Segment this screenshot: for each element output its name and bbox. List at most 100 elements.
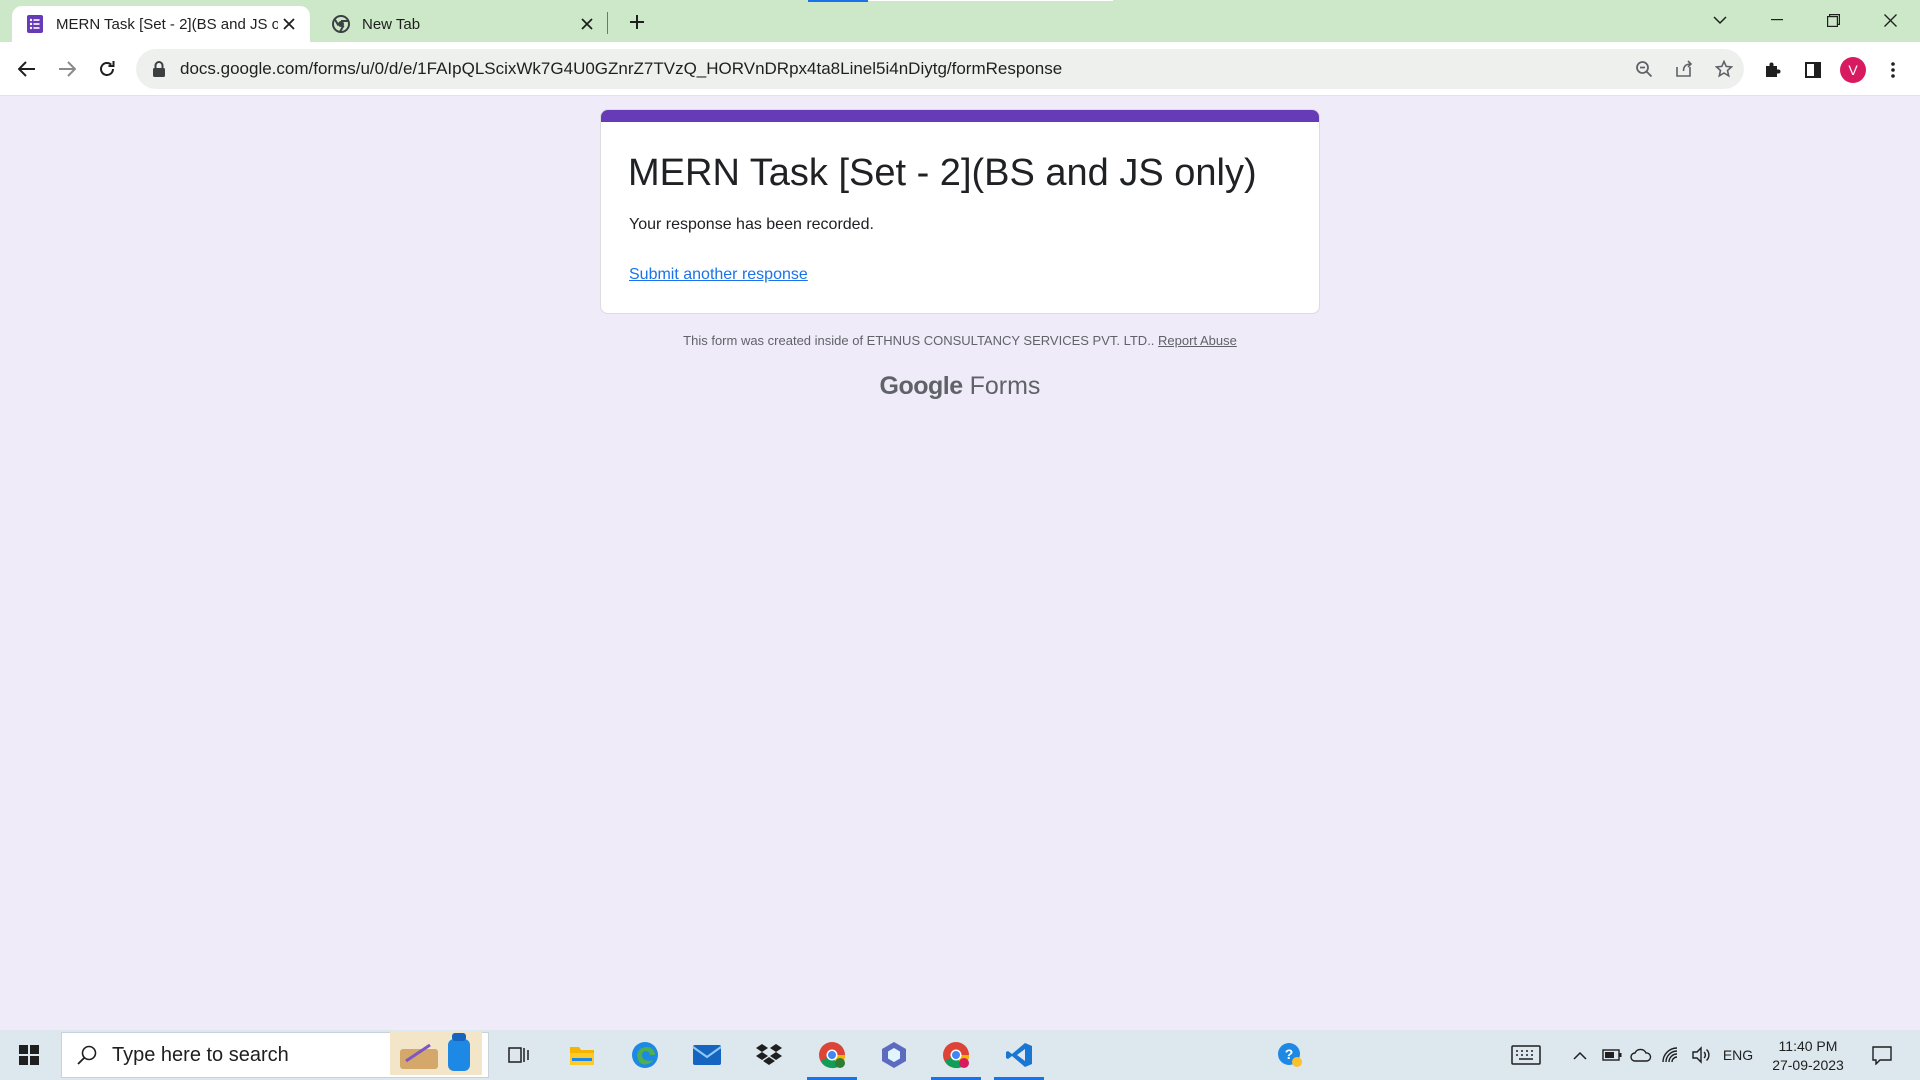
edge-button[interactable] (616, 1030, 674, 1080)
wifi-icon (1662, 1047, 1678, 1063)
side-panel-button[interactable] (1795, 52, 1831, 88)
plus-icon (630, 15, 644, 29)
battery-button[interactable] (1600, 1030, 1624, 1080)
profile-button[interactable]: V (1835, 52, 1871, 88)
dropbox-button[interactable] (740, 1030, 798, 1080)
chrome-icon (332, 15, 350, 33)
puzzle-icon (1766, 62, 1781, 77)
volume-icon (1692, 1046, 1710, 1064)
keyboard-icon (1511, 1045, 1541, 1065)
taskbar-search-input[interactable]: Type here to search (61, 1030, 489, 1080)
confirmation-message: Your response has been recorded. (629, 216, 874, 233)
wifi-button[interactable] (1658, 1030, 1684, 1080)
reload-button[interactable] (90, 52, 124, 86)
form-title: MERN Task [Set - 2](BS and JS only) (628, 152, 1257, 194)
address-bar[interactable]: docs.google.com/forms/u/0/d/e/1FAIpQLSci… (136, 49, 1744, 89)
close-icon (1883, 13, 1897, 27)
tab-strip-highlight (868, 0, 1113, 1)
restore-icon (1826, 13, 1840, 27)
chevron-up-icon (1573, 1051, 1587, 1060)
arrow-right-icon (59, 61, 76, 77)
close-window-button[interactable] (1862, 0, 1918, 40)
google-wordmark: Google (879, 372, 964, 400)
response-card: MERN Task [Set - 2](BS and JS only) Your… (600, 109, 1320, 314)
tab-new-tab[interactable]: New Tab (318, 6, 608, 42)
language-indicator[interactable]: ENG (1718, 1030, 1758, 1080)
lock-icon[interactable] (152, 61, 166, 77)
url-text[interactable]: docs.google.com/forms/u/0/d/e/1FAIpQLSci… (180, 59, 1624, 79)
dropbox-icon (756, 1044, 782, 1065)
search-highlight-icon (390, 1030, 482, 1080)
cloud-icon (1630, 1048, 1652, 1062)
reload-icon (100, 61, 115, 76)
app-hexagon-icon (882, 1042, 906, 1068)
close-tab-icon[interactable] (576, 13, 598, 35)
chrome-active-button[interactable] (927, 1030, 985, 1080)
chrome-icon (819, 1042, 846, 1069)
clock-date: 27-09-2023 (1772, 1057, 1844, 1073)
task-view-button[interactable] (490, 1030, 548, 1080)
battery-icon (1602, 1049, 1622, 1061)
volume-button[interactable] (1688, 1030, 1714, 1080)
edge-icon (632, 1042, 658, 1068)
browser-toolbar: docs.google.com/forms/u/0/d/e/1FAIpQLSci… (0, 42, 1920, 96)
windows-logo-icon (19, 1045, 39, 1065)
chrome-profile-button[interactable] (803, 1030, 861, 1080)
clock[interactable]: 11:40 PM 27-09-2023 (1764, 1037, 1852, 1075)
show-hidden-icons-button[interactable] (1568, 1030, 1592, 1080)
google-forms-icon (26, 15, 44, 33)
minimize-icon (1771, 19, 1783, 21)
tab-forms[interactable]: MERN Task [Set - 2](BS and JS only) (12, 6, 310, 42)
forward-button[interactable] (50, 52, 84, 86)
task-view-icon (508, 1047, 529, 1063)
back-button[interactable] (10, 52, 44, 86)
bookmark-star-icon[interactable] (1704, 49, 1744, 89)
card-accent-bar (601, 110, 1319, 122)
arrow-left-icon (18, 61, 35, 77)
new-tab-button[interactable] (624, 9, 650, 35)
tab-strip-indicator (808, 0, 868, 2)
help-icon: ? (1278, 1043, 1302, 1067)
touch-keyboard-button[interactable] (1508, 1030, 1544, 1080)
share-icon[interactable] (1664, 49, 1704, 89)
search-placeholder: Type here to search (112, 1043, 289, 1066)
menu-button[interactable] (1875, 52, 1911, 88)
side-panel-icon (1805, 62, 1821, 78)
minimize-button[interactable] (1749, 0, 1805, 40)
chevron-down-icon (1713, 15, 1727, 24)
submit-another-link[interactable]: Submit another response (629, 266, 808, 284)
chrome-icon (943, 1042, 970, 1069)
avatar: V (1840, 57, 1866, 83)
help-button[interactable]: ? (1270, 1030, 1310, 1080)
file-explorer-button[interactable] (553, 1030, 611, 1080)
footer-note-text: This form was created inside of ETHNUS C… (683, 333, 1155, 348)
copilot-app-button[interactable] (865, 1030, 923, 1080)
mail-icon (692, 1045, 722, 1065)
tab-strip: MERN Task [Set - 2](BS and JS only) New … (0, 0, 1920, 42)
clock-time: 11:40 PM (1778, 1038, 1838, 1054)
google-forms-logo[interactable]: Google Forms (0, 372, 1920, 401)
more-vertical-icon (1891, 62, 1895, 78)
close-tab-icon[interactable] (278, 13, 300, 35)
footer-note: This form was created inside of ETHNUS C… (0, 333, 1920, 348)
restore-button[interactable] (1805, 0, 1861, 40)
folder-icon (570, 1047, 594, 1065)
mail-button[interactable] (678, 1030, 736, 1080)
vscode-button[interactable] (990, 1030, 1048, 1080)
tab-title: MERN Task [Set - 2](BS and JS only) (56, 15, 278, 33)
svg-text:?: ? (1285, 1046, 1294, 1062)
forms-wordmark: Forms (969, 372, 1041, 400)
search-icon (77, 1045, 97, 1065)
notification-icon (1872, 1046, 1892, 1065)
start-button[interactable] (0, 1030, 58, 1080)
tab-search-button[interactable] (1692, 0, 1748, 40)
tab-title: New Tab (362, 15, 421, 33)
extensions-button[interactable] (1754, 52, 1790, 88)
tab-separator (607, 12, 608, 34)
windows-taskbar: Type here to search ? ENG 11:40 PM 27-09… (0, 1030, 1920, 1080)
report-abuse-link[interactable]: Report Abuse (1158, 333, 1237, 348)
vscode-icon (1006, 1043, 1032, 1067)
onedrive-button[interactable] (1628, 1030, 1654, 1080)
notifications-button[interactable] (1862, 1030, 1902, 1080)
zoom-icon[interactable] (1624, 49, 1664, 89)
